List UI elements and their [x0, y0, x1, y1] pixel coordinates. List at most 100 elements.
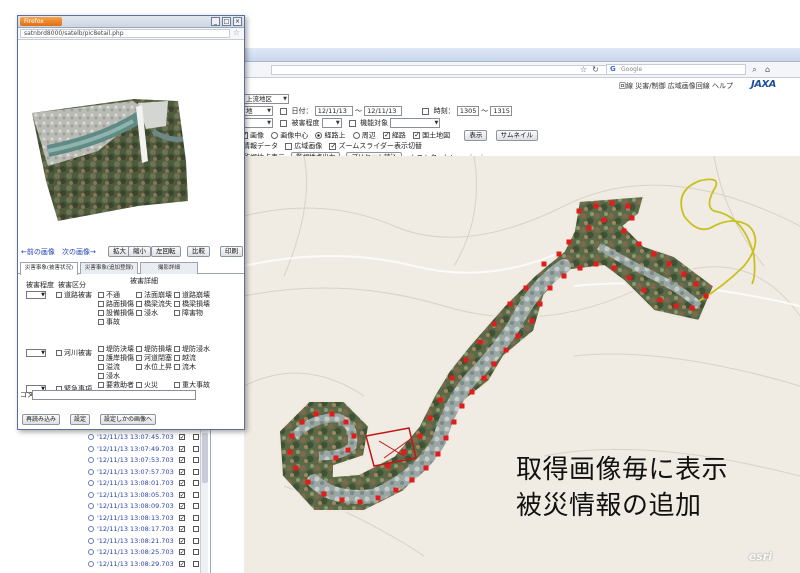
list-item-checkbox-checked[interactable] [178, 501, 185, 512]
group-1[interactable]: 河川被害 [56, 348, 92, 358]
damage-scale-checkbox[interactable] [280, 119, 288, 127]
search-icon[interactable]: ⌕ [750, 65, 759, 74]
detail-checkbox[interactable] [98, 310, 104, 316]
next-image-link[interactable]: 次の画像→ [62, 247, 96, 257]
photo-viewer[interactable] [18, 41, 244, 251]
list-item-checkbox-checked[interactable] [178, 478, 185, 489]
route-marker[interactable] [491, 321, 497, 327]
route-marker[interactable] [611, 265, 617, 271]
time-to-input[interactable]: 1315 [490, 106, 513, 116]
detail-checkbox[interactable] [98, 355, 104, 361]
list-item-timestamp[interactable]: '12/11/13 13:08:29.703 [97, 560, 174, 568]
detail-item[interactable]: 浸水 [136, 308, 158, 318]
home-icon[interactable]: ⌂ [763, 65, 772, 74]
route-marker[interactable] [657, 297, 663, 303]
settings-next-image-button[interactable]: 設定しかの画像へ [100, 414, 157, 425]
zoom-slider-checkbox[interactable] [329, 141, 337, 152]
route-marker[interactable] [547, 285, 553, 291]
list-item[interactable]: '12/11/13 13:08:17.703 [85, 524, 205, 535]
route-marker[interactable] [681, 271, 687, 277]
list-item-radio[interactable] [88, 468, 94, 475]
list-item-checkbox[interactable] [192, 445, 199, 452]
detail-checkbox[interactable] [98, 364, 104, 370]
list-item-radio[interactable] [88, 537, 94, 544]
minimize-icon[interactable]: _ [211, 17, 220, 26]
route-marker[interactable] [561, 273, 567, 279]
detail-checkbox[interactable] [98, 292, 104, 298]
reload-button[interactable]: 再読み込み [22, 414, 61, 425]
time-filter-checkbox[interactable] [422, 107, 430, 115]
list-item[interactable]: '12/11/13 13:08:05.703 [85, 490, 205, 501]
detail-checkbox[interactable] [136, 364, 142, 370]
route-marker[interactable] [689, 305, 695, 311]
group-checkbox[interactable] [56, 350, 62, 356]
list-item-checkbox-checked[interactable] [178, 444, 185, 455]
route-marker[interactable] [409, 477, 415, 483]
list-item-checkbox[interactable] [192, 434, 199, 440]
list-item-radio[interactable] [88, 503, 94, 509]
list-item-radio[interactable] [88, 526, 94, 532]
list-item[interactable]: '12/11/13 13:08:09.703 [85, 501, 205, 512]
list-item[interactable]: '12/11/13 13:08:29.703 [85, 559, 205, 570]
detail-checkbox[interactable] [174, 364, 180, 370]
detail-checkbox[interactable] [98, 382, 104, 388]
tab-damage-add[interactable]: 災害事象(追加登録) [80, 262, 138, 274]
list-item-timestamp[interactable]: '12/11/13 13:08:09.703 [97, 502, 174, 510]
area-select[interactable]: 上流地区 [243, 94, 289, 104]
route-marker[interactable] [435, 451, 441, 457]
print-button[interactable]: 印刷 [220, 246, 243, 257]
route-marker[interactable] [345, 447, 351, 453]
route-marker[interactable] [423, 465, 429, 471]
tab-damage-status[interactable]: 災害事象(被害状況) [20, 262, 78, 275]
damage-scale-select[interactable] [321, 118, 342, 128]
detail-checkbox[interactable] [136, 292, 142, 298]
route-marker[interactable] [523, 285, 529, 291]
list-item-timestamp[interactable]: '12/11/13 13:08:25.703 [97, 548, 174, 556]
route-marker[interactable] [313, 411, 319, 417]
route-marker[interactable] [566, 239, 572, 245]
route-marker[interactable] [321, 491, 327, 497]
scroll-thumb[interactable] [202, 433, 208, 483]
route-marker[interactable] [651, 251, 657, 257]
route-marker[interactable] [601, 217, 607, 223]
list-item-timestamp[interactable]: '12/11/13 13:07:57.703 [97, 468, 174, 476]
list-item-checkbox-checked[interactable] [178, 559, 185, 570]
damage-target-checkbox[interactable] [348, 119, 356, 127]
route-marker[interactable] [287, 449, 293, 455]
route-marker[interactable] [666, 261, 672, 267]
route-marker[interactable] [576, 208, 582, 214]
group-0[interactable]: 道路被害 [56, 290, 92, 300]
list-item[interactable]: '12/11/13 13:08:01.703 [85, 478, 205, 489]
prev-image-link[interactable]: ←前の画像 [21, 247, 55, 257]
list-item-checkbox[interactable] [192, 526, 199, 532]
list-item[interactable]: '12/11/13 13:08:21.703 [85, 536, 205, 547]
detail-checkbox[interactable] [174, 346, 180, 352]
group-scale-select[interactable] [26, 348, 46, 358]
route-marker[interactable] [593, 261, 599, 267]
settings-button[interactable]: 設定 [70, 414, 91, 425]
list-item-checkbox[interactable] [192, 560, 199, 567]
route-marker[interactable] [343, 419, 349, 425]
damage-target-select[interactable] [390, 118, 441, 128]
list-item-checkbox[interactable] [192, 549, 199, 555]
around-radio[interactable] [352, 132, 360, 139]
list-item[interactable]: '12/11/13 13:07:45.703 [85, 432, 205, 443]
compare-button[interactable]: 比較 [187, 246, 210, 257]
comment-input[interactable] [32, 390, 196, 400]
list-item[interactable]: '12/11/13 13:08:13.703 [85, 513, 205, 524]
route-marker[interactable] [625, 203, 631, 209]
close-icon[interactable]: × [233, 17, 242, 26]
route-marker[interactable] [621, 228, 627, 234]
detail-checkbox[interactable] [174, 310, 180, 316]
detail-checkbox[interactable] [136, 382, 142, 388]
date-from-input[interactable]: 12/11/13 [314, 106, 353, 116]
layer-select[interactable] [243, 118, 273, 128]
firefox-menu-button[interactable]: Firefox [20, 17, 62, 26]
list-item-timestamp[interactable]: '12/11/13 13:08:13.703 [97, 514, 174, 522]
route-marker[interactable] [477, 339, 483, 345]
list-item-radio[interactable] [88, 560, 94, 567]
detail-checkbox[interactable] [98, 373, 104, 379]
detail-item[interactable]: 重大事故 [174, 380, 210, 390]
show-button[interactable]: 表示 [464, 130, 488, 141]
main-nav-links[interactable]: 回線 災害/制御 広域画像回線 ヘルプ [619, 81, 733, 91]
